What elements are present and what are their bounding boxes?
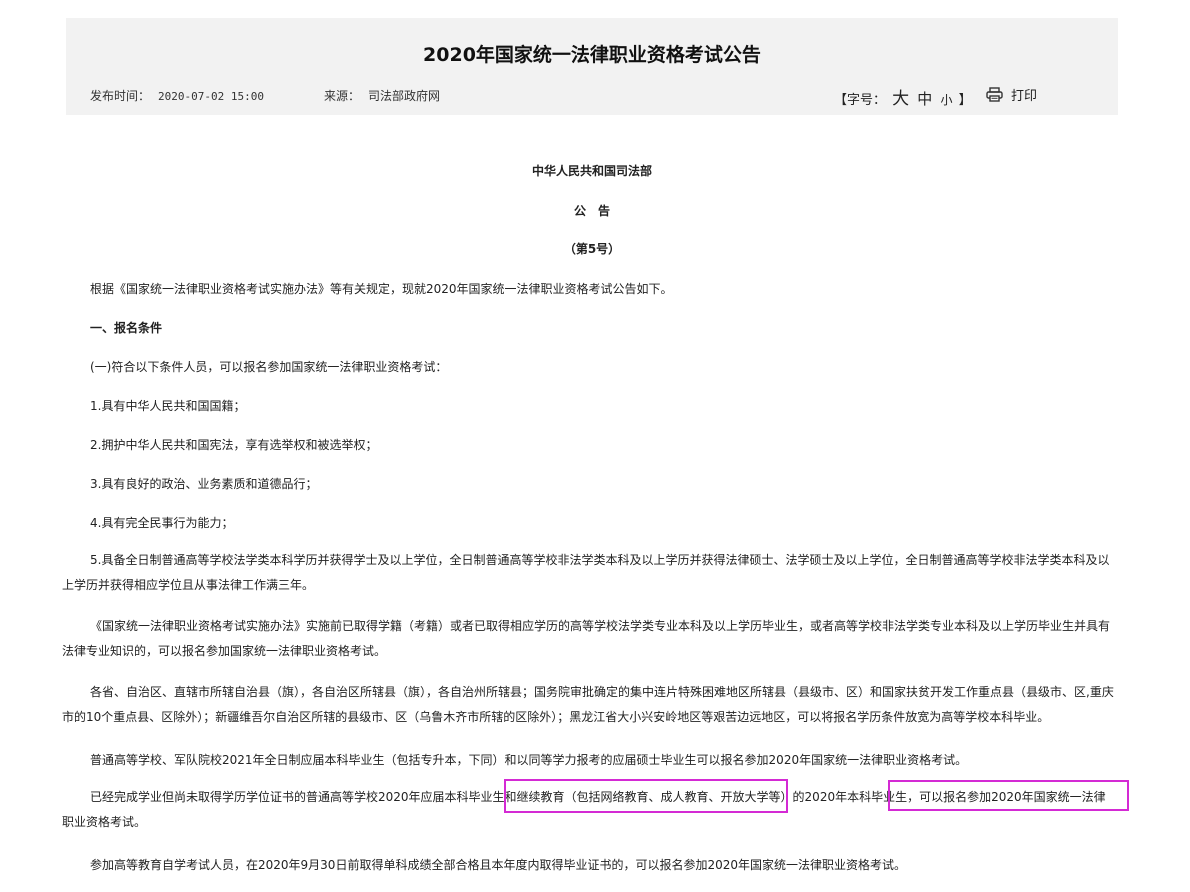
font-size-large-button[interactable]: 大 — [892, 89, 909, 109]
publish-date: 发布时间： 2020-07-02 15:00 — [90, 87, 264, 104]
section-heading: 一、报名条件 — [90, 321, 163, 335]
page-title: 2020年国家统一法律职业资格考试公告 — [423, 44, 761, 66]
condition-item: 4.具有完全民事行为能力； — [90, 516, 234, 530]
font-size-small-button[interactable]: 小 — [940, 93, 952, 107]
body-paragraph: 各省、自治区、直辖市所辖自治县（旗），各自治区所辖县（旗），各自治州所辖县；国务… — [62, 685, 1114, 724]
print-label: 打印 — [1011, 89, 1038, 104]
condition-item: 1.具有中华人民共和国国籍； — [90, 399, 246, 413]
body-paragraph: 参加高等教育自学考试人员，在2020年9月30日前取得单科成绩全部合格且本年度内… — [90, 858, 906, 872]
font-size-close-bracket: 】 — [958, 93, 972, 108]
publish-date-label: 发布时间： — [90, 89, 151, 103]
condition-item: 5.具备全日制普通高等学校法学类本科学历并获得学士及以上学位，全日制普通高等学校… — [62, 553, 1110, 592]
notice-heading: 公 告 — [573, 204, 610, 218]
source-value: 司法部政府网 — [368, 89, 441, 103]
article-header: 2020年国家统一法律职业资格考试公告 发布时间： 2020-07-02 15:0… — [66, 18, 1118, 115]
highlight-box — [888, 780, 1129, 811]
intro-paragraph: 根据《国家统一法律职业资格考试实施办法》等有关规定，现就2020年国家统一法律职… — [90, 282, 673, 296]
print-button[interactable]: 打印 — [986, 85, 1037, 104]
font-size-control: 【字号： 大 中 小 】 — [834, 84, 972, 109]
conditions-intro: (一)符合以下条件人员，可以报名参加国家统一法律职业资格考试： — [90, 360, 448, 374]
source: 来源： 司法部政府网 — [324, 87, 440, 104]
printer-icon — [986, 87, 1003, 102]
body-paragraph: 《国家统一法律职业资格考试实施办法》实施前已取得学籍（考籍）或者已取得相应学历的… — [62, 619, 1111, 658]
condition-item: 3.具有良好的政治、业务素质和道德品行； — [90, 477, 318, 491]
issuing-org: 中华人民共和国司法部 — [531, 164, 652, 178]
font-size-label: 【字号： — [834, 93, 887, 108]
condition-item: 2.拥护中华人民共和国宪法，享有选举权和被选举权； — [90, 438, 378, 452]
page: 2020年国家统一法律职业资格考试公告 发布时间： 2020-07-02 15:0… — [0, 0, 1190, 892]
font-size-medium-button[interactable]: 中 — [917, 90, 932, 108]
notice-number: （第5号） — [563, 242, 621, 256]
highlight-box — [504, 779, 788, 813]
body-paragraph: 普通高等学校、军队院校2021年全日制应届本科毕业生（包括专升本，下同）和以同等… — [90, 753, 968, 767]
source-label: 来源： — [324, 89, 361, 103]
publish-date-value: 2020-07-02 15:00 — [158, 90, 264, 103]
